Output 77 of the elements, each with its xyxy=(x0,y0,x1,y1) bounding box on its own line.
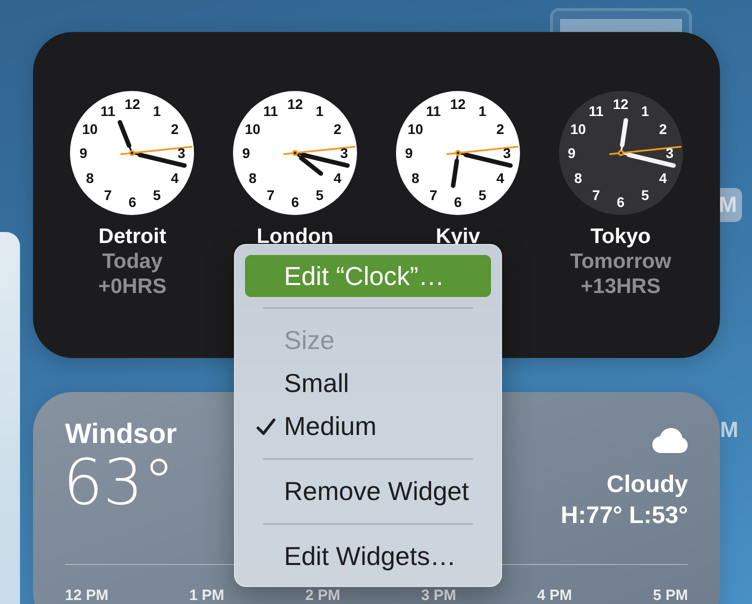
dial-numeral: 11 xyxy=(263,104,278,118)
dial-numeral: 5 xyxy=(478,188,486,202)
hour-label: 3 PM xyxy=(421,588,456,603)
dial-numeral: 3 xyxy=(340,146,348,160)
menu-item[interactable]: Small xyxy=(245,362,491,405)
dial-numeral: 2 xyxy=(659,122,667,136)
weather-condition: Cloudy xyxy=(606,470,688,500)
dial-numeral: 2 xyxy=(334,122,342,136)
tag-text: M xyxy=(718,192,737,218)
hour-hand xyxy=(294,152,324,176)
dial-numeral: 9 xyxy=(242,146,250,160)
cloud-icon xyxy=(652,428,688,453)
dial-numeral: 7 xyxy=(429,188,438,202)
dial-numeral: 8 xyxy=(248,170,257,184)
dial-numeral: 3 xyxy=(666,146,674,160)
dial-numeral: 12 xyxy=(612,97,628,111)
dial-numeral: 9 xyxy=(79,146,88,160)
dial-numeral: 5 xyxy=(152,188,161,202)
dial-numeral: 5 xyxy=(316,188,324,202)
dial-numeral: 2 xyxy=(496,122,504,136)
dial-numeral: 6 xyxy=(616,195,625,209)
dial-numeral: 5 xyxy=(641,188,650,202)
dial-numeral: 1 xyxy=(478,104,486,118)
menu-item[interactable]: Medium xyxy=(245,405,491,448)
dial-numeral: 3 xyxy=(502,146,511,160)
dial-numeral: 4 xyxy=(659,170,667,184)
dial-numeral: 6 xyxy=(128,195,136,209)
location-name: Windsor xyxy=(65,418,177,450)
city-name: Detroit xyxy=(98,225,166,249)
dial-numeral: 12 xyxy=(287,97,303,111)
dial-numeral: 3 xyxy=(177,146,186,160)
hour-label: 4 PM xyxy=(537,588,572,603)
background-text: M xyxy=(720,417,738,443)
city-name: Kyiv xyxy=(436,225,480,249)
checkmark-icon xyxy=(256,418,276,436)
dial-numeral: 7 xyxy=(104,188,112,202)
dial-numeral: 10 xyxy=(82,122,98,136)
dial-numeral: 7 xyxy=(592,188,600,202)
dial-numeral: 10 xyxy=(408,122,424,136)
hour-label: 12 PM xyxy=(65,588,108,603)
time-offset: +13HRS xyxy=(580,274,661,299)
dial-numeral: 2 xyxy=(170,122,179,136)
menu-item[interactable]: Remove Widget xyxy=(245,470,491,513)
dial-numeral: 7 xyxy=(266,188,275,202)
temperature: 63° xyxy=(63,450,176,516)
city-name: London xyxy=(256,225,334,249)
dial-numeral: 8 xyxy=(86,170,94,184)
hour-label: 2 PM xyxy=(305,588,340,603)
dial-numeral: 1 xyxy=(641,104,650,118)
dial-numeral: 8 xyxy=(574,170,582,184)
dial-numeral: 6 xyxy=(454,195,462,209)
dial-numeral: 9 xyxy=(568,146,576,160)
dial-numeral: 6 xyxy=(291,195,300,209)
high-low-temperature: H:77° L:53° xyxy=(560,501,688,531)
dial-numeral: 4 xyxy=(496,170,504,184)
dial-numeral: 9 xyxy=(404,146,413,160)
dial-numeral: 10 xyxy=(244,122,260,136)
dial-numeral: 8 xyxy=(412,170,420,184)
menu-item[interactable]: Edit “Clock”… xyxy=(245,255,491,297)
city-name: Tokyo xyxy=(590,225,651,249)
day-label: Tomorrow xyxy=(570,249,672,274)
dial-numeral: 11 xyxy=(588,104,604,118)
dial-numeral: 10 xyxy=(570,122,586,136)
dial-numeral: 1 xyxy=(152,104,161,118)
hour-label: 1 PM xyxy=(189,588,224,603)
day-label: Today xyxy=(102,249,163,274)
dial-numeral: 12 xyxy=(450,97,466,111)
dial-numeral: 4 xyxy=(334,170,342,184)
menu-section-header: Size xyxy=(284,325,335,356)
time-offset: +0HRS xyxy=(98,274,167,299)
dial-numeral: 4 xyxy=(170,170,179,184)
dial-numeral: 11 xyxy=(426,104,441,118)
menu-item[interactable]: Edit Widgets… xyxy=(245,535,491,578)
dial-numeral: 1 xyxy=(316,104,324,118)
hour-label: 5 PM xyxy=(652,588,688,603)
dial-numeral: 12 xyxy=(124,97,140,111)
dial-numeral: 11 xyxy=(100,104,116,118)
